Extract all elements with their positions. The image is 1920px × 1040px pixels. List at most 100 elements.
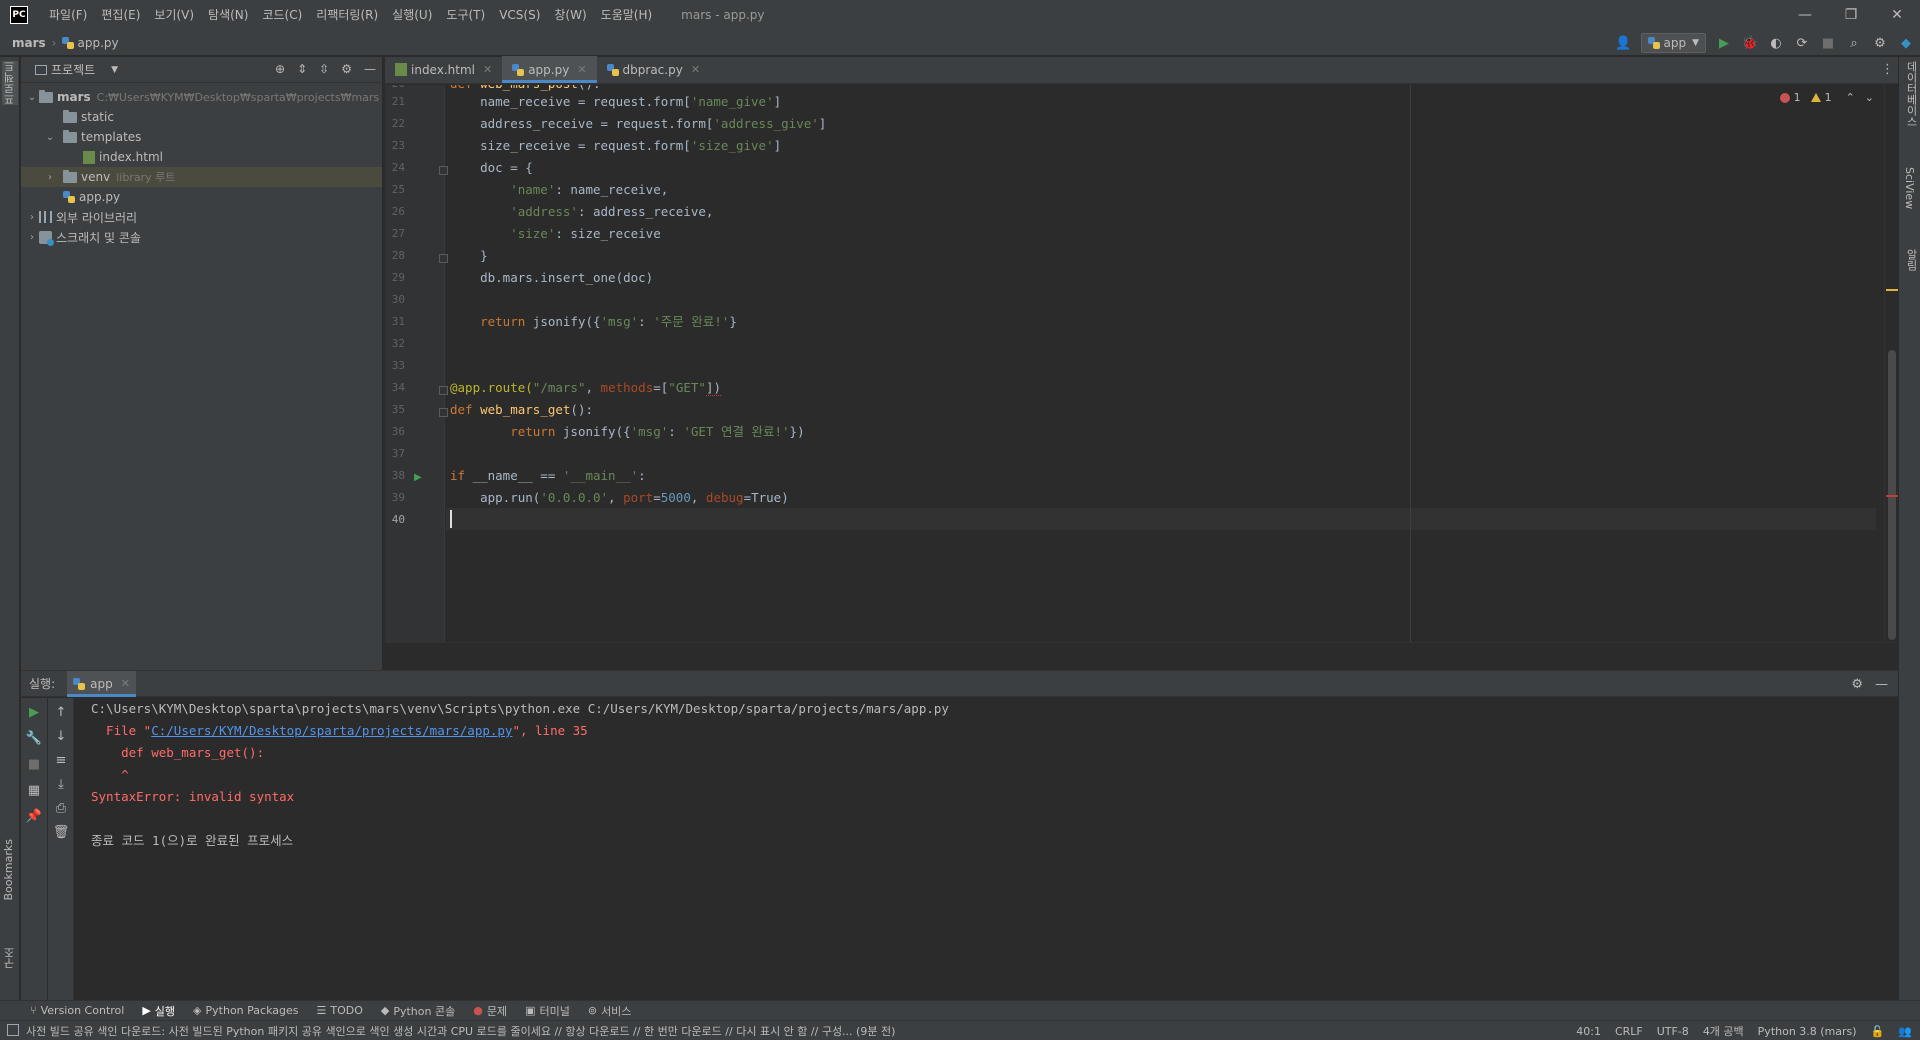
python-console-button[interactable]: ◆ Python 콘솔 bbox=[381, 1003, 455, 1019]
expand-all-icon[interactable]: ⇕ bbox=[297, 62, 307, 76]
pin-icon[interactable]: 📌 bbox=[26, 808, 42, 824]
debug-icon[interactable]: 🐞 bbox=[1742, 35, 1758, 51]
gear-icon[interactable]: ⚙ bbox=[1872, 35, 1888, 51]
lock-icon[interactable]: 🔓 bbox=[1871, 1025, 1885, 1038]
inspection-widget[interactable]: 1 1 ⌃ ⌄ bbox=[1779, 91, 1874, 104]
chevron-right-icon[interactable]: › bbox=[43, 172, 57, 183]
services-button[interactable]: ⊚ 서비스 bbox=[588, 1003, 632, 1019]
tree-item-index-html[interactable]: index.html bbox=[21, 147, 382, 167]
tab-index-html[interactable]: index.html ✕ bbox=[385, 56, 502, 83]
menu-tools[interactable]: 도구(T) bbox=[439, 0, 492, 30]
tab-app-py[interactable]: app.py ✕ bbox=[502, 56, 597, 83]
close-icon[interactable]: ✕ bbox=[121, 677, 130, 690]
breadcrumb-project[interactable]: mars bbox=[12, 36, 46, 50]
close-icon[interactable]: ✕ bbox=[483, 63, 492, 76]
warning-stripe-marker[interactable] bbox=[1886, 289, 1898, 291]
fold-marker-icon[interactable] bbox=[439, 166, 448, 175]
tree-item-venv[interactable]: › venv library 루트 bbox=[21, 167, 382, 187]
tree-item-static[interactable]: static bbox=[21, 107, 382, 127]
menu-edit[interactable]: 편집(E) bbox=[94, 0, 147, 30]
jetbrains-icon[interactable]: ◆ bbox=[1898, 35, 1914, 51]
caret-position[interactable]: 40:1 bbox=[1576, 1025, 1601, 1038]
error-stripe-marker[interactable] bbox=[1886, 495, 1898, 497]
menu-window[interactable]: 창(W) bbox=[547, 0, 593, 30]
more-vertical-icon[interactable]: ⋮ bbox=[1881, 62, 1894, 77]
tree-item-templates[interactable]: ⌄ templates bbox=[21, 127, 382, 147]
minimize-button[interactable]: — bbox=[1782, 0, 1828, 30]
menu-refactor[interactable]: 리팩터링(R) bbox=[309, 0, 385, 30]
chevron-down-icon[interactable]: ▼ bbox=[111, 65, 118, 75]
tree-item-scratches[interactable]: › 스크래치 및 콘솔 bbox=[21, 227, 382, 247]
scroll-to-end-icon[interactable]: ⤓ bbox=[53, 776, 69, 792]
problems-button[interactable]: ● 문제 bbox=[473, 1003, 507, 1019]
tree-item-external-libraries[interactable]: › 외부 라이브러리 bbox=[21, 207, 382, 227]
run-gutter-icon[interactable]: ▶ bbox=[414, 472, 422, 483]
file-link[interactable]: C:/Users/KYM/Desktop/sparta/projects/mar… bbox=[151, 723, 512, 738]
version-control-button[interactable]: ⑂ Version Control bbox=[30, 1004, 124, 1017]
run-tool-button[interactable]: ▶ 실행 bbox=[142, 1003, 175, 1019]
arrow-down-icon[interactable]: ↓ bbox=[53, 728, 69, 744]
run-icon[interactable]: ▶ bbox=[1716, 35, 1732, 51]
breadcrumb-file[interactable]: app.py bbox=[77, 36, 118, 50]
gear-icon[interactable]: ⚙ bbox=[1851, 677, 1863, 692]
chevron-down-icon[interactable]: ⌄ bbox=[25, 92, 39, 103]
layout-icon[interactable]: ▦ bbox=[26, 782, 42, 798]
fold-marker-icon[interactable] bbox=[439, 254, 448, 263]
menu-code[interactable]: 코드(C) bbox=[255, 0, 309, 30]
stop-icon[interactable]: ■ bbox=[26, 756, 42, 772]
status-toggle-icon[interactable] bbox=[7, 1024, 19, 1036]
search-icon[interactable]: ⌕ bbox=[1846, 35, 1862, 51]
project-panel-title[interactable]: 프로젝트 bbox=[51, 61, 95, 78]
file-encoding[interactable]: UTF-8 bbox=[1657, 1025, 1689, 1038]
structure-tool-button[interactable]: 구조 bbox=[2, 947, 18, 969]
console-output[interactable]: C:\Users\KYM\Desktop\sparta\projects\mar… bbox=[91, 698, 1881, 1002]
fold-marker-icon[interactable] bbox=[439, 386, 448, 395]
python-packages-button[interactable]: ◈ Python Packages bbox=[193, 1004, 298, 1017]
profile-icon[interactable]: ⟳ bbox=[1794, 35, 1810, 51]
editor-scrollbar[interactable] bbox=[1884, 85, 1898, 642]
menu-view[interactable]: 보기(V) bbox=[147, 0, 201, 30]
sciview-tool-button[interactable]: SciView bbox=[1903, 167, 1916, 209]
arrow-up-icon[interactable]: ↑ bbox=[53, 704, 69, 720]
database-tool-button[interactable]: 데이터베이스 bbox=[1903, 61, 1919, 127]
terminal-button[interactable]: ▣ 터미널 bbox=[525, 1003, 570, 1019]
chevron-right-icon[interactable]: › bbox=[25, 232, 39, 243]
close-icon[interactable]: ✕ bbox=[691, 63, 700, 76]
tab-dbprac-py[interactable]: dbprac.py ✕ bbox=[597, 56, 711, 83]
people-icon[interactable]: 👥 bbox=[1898, 1025, 1912, 1038]
stop-icon[interactable]: ■ bbox=[1820, 35, 1836, 51]
user-icon[interactable]: 👤 bbox=[1615, 35, 1631, 51]
line-separator[interactable]: CRLF bbox=[1615, 1025, 1643, 1038]
hide-icon[interactable]: — bbox=[1875, 677, 1888, 692]
collapse-all-icon[interactable]: ⇳ bbox=[319, 62, 329, 76]
run-tab-app[interactable]: app ✕ bbox=[67, 670, 136, 697]
locate-icon[interactable]: ⊕ bbox=[275, 62, 285, 76]
chevron-down-icon[interactable]: ⌄ bbox=[1865, 91, 1874, 104]
restore-button[interactable]: ❐ bbox=[1828, 0, 1874, 30]
indent-setting[interactable]: 4개 공백 bbox=[1703, 1023, 1744, 1039]
notifications-tool-button[interactable]: 알림 bbox=[1903, 249, 1919, 271]
menu-navigate[interactable]: 탐색(N) bbox=[201, 0, 255, 30]
run-config-selector[interactable]: app ▼ bbox=[1641, 33, 1706, 53]
chevron-down-icon[interactable]: ⌄ bbox=[43, 132, 57, 143]
trash-icon[interactable]: 🗑 bbox=[53, 824, 70, 840]
bookmarks-tool-button[interactable]: Bookmarks bbox=[2, 839, 15, 900]
gear-icon[interactable]: ⚙ bbox=[341, 62, 352, 76]
project-tool-button[interactable]: 프로젝트 bbox=[2, 61, 18, 105]
rerun-icon[interactable]: ▶ bbox=[26, 704, 42, 720]
fold-marker-icon[interactable] bbox=[439, 408, 448, 417]
tree-item-app-py[interactable]: app.py bbox=[21, 187, 382, 207]
code-area[interactable]: 20 21 22 23 24 25 26 27 28 29 30 31 32 3… bbox=[385, 85, 1898, 642]
todo-button[interactable]: ☰ TODO bbox=[316, 1004, 362, 1017]
tree-item-mars[interactable]: ⌄ mars C:₩Users₩KYM₩Desktop₩sparta₩proje… bbox=[21, 87, 382, 107]
print-icon[interactable]: ⎙ bbox=[53, 800, 69, 816]
python-interpreter[interactable]: Python 3.8 (mars) bbox=[1758, 1025, 1857, 1038]
chevron-up-icon[interactable]: ⌃ bbox=[1846, 91, 1855, 104]
close-icon[interactable]: ✕ bbox=[577, 63, 586, 76]
menu-help[interactable]: 도움말(H) bbox=[594, 0, 660, 30]
menu-run[interactable]: 실행(U) bbox=[385, 0, 439, 30]
close-button[interactable]: ✕ bbox=[1874, 0, 1920, 30]
soft-wrap-icon[interactable]: ≡ bbox=[53, 752, 69, 768]
chevron-right-icon[interactable]: › bbox=[25, 212, 39, 223]
menu-file[interactable]: 파일(F) bbox=[42, 0, 94, 30]
